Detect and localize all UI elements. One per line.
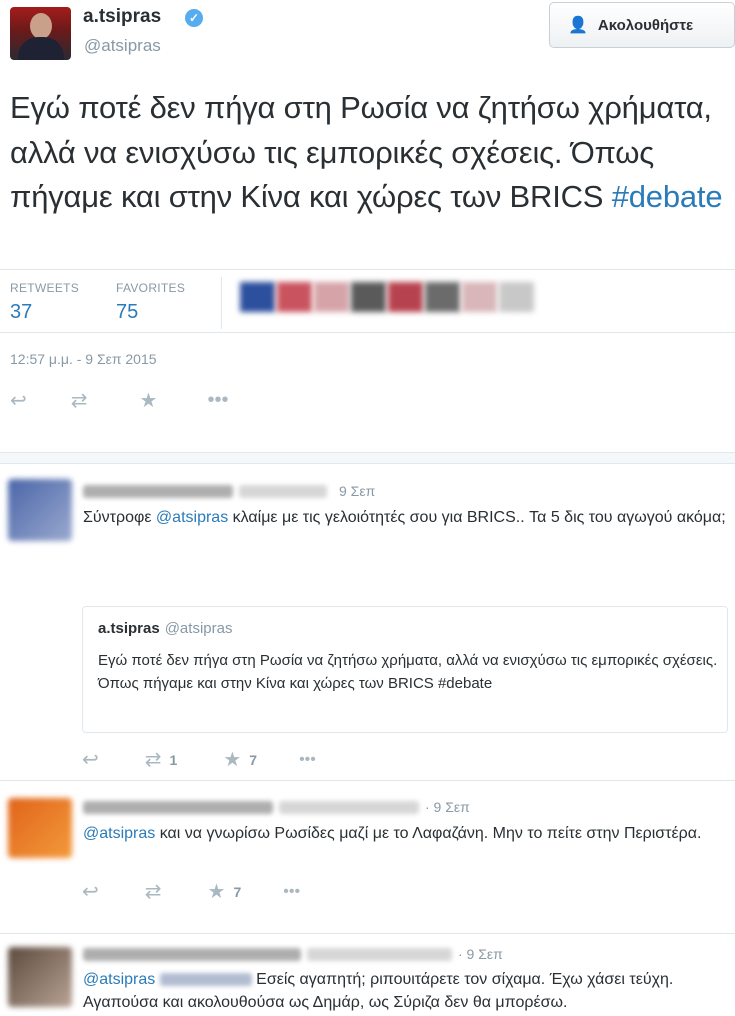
reply-text-part: κλαίμε με τις γελοιότητές σου για BRICS.…: [228, 509, 726, 526]
avatar-suit: [18, 37, 64, 60]
quoted-screen-name: @atsipras: [164, 620, 233, 637]
mention-link[interactable]: @atsipras: [83, 825, 155, 842]
hashtag-link[interactable]: #debate: [612, 179, 723, 214]
follow-user-icon: 👤: [568, 17, 588, 34]
more-icon[interactable]: •••: [299, 751, 316, 769]
star-icon[interactable]: ★: [140, 388, 158, 413]
blurred-display-name: [83, 800, 273, 814]
favoriter-avatars[interactable]: [240, 282, 534, 312]
reply-icon[interactable]: ↩: [10, 388, 27, 413]
quoted-tweet[interactable]: a.tsipras @atsipras Εγώ ποτέ δεν πήγα στη…: [82, 606, 728, 733]
reply-author[interactable]: · 9 Σεπ: [83, 799, 470, 815]
reply-tweet[interactable]: · 9 Σεπ @atsipras Εσείς αγαπητή; ριπουιτ…: [0, 935, 735, 1016]
favorites-stat[interactable]: FAVORITES 75: [116, 281, 185, 324]
avatar-face: [30, 13, 52, 39]
blurred-mention: [159, 973, 252, 987]
favoriter-avatar[interactable]: [240, 282, 275, 312]
reply-time[interactable]: · 9 Σεπ: [425, 799, 470, 815]
favoriter-avatar[interactable]: [425, 282, 460, 312]
reply-actions: ↩ ⇄ 1 ★ 7 •••: [82, 747, 316, 772]
star-icon[interactable]: ★ 7: [208, 879, 242, 904]
author-display-name[interactable]: a.tsipras: [83, 6, 161, 28]
star-icon[interactable]: ★ 7: [223, 747, 257, 772]
stats-bottom-divider: [0, 332, 735, 333]
reply-text-part: Σύντροφε: [83, 509, 156, 526]
conversation-separator: [0, 452, 735, 464]
tweet-text: Εγώ ποτέ δεν πήγα στη Ρωσία να ζητήσω χρ…: [10, 86, 725, 220]
favoriter-avatar[interactable]: [499, 282, 534, 312]
favoriter-avatar[interactable]: [388, 282, 423, 312]
blurred-screen-name: [239, 484, 327, 498]
reply-time[interactable]: 9 Σεπ: [339, 483, 375, 499]
reply-avatar[interactable]: [8, 947, 72, 1007]
mention-link[interactable]: @atsipras: [83, 971, 155, 988]
quoted-author[interactable]: a.tsipras @atsipras: [98, 620, 232, 637]
reply-text: @atsipras Εσείς αγαπητή; ριπουιτάρετε το…: [83, 968, 728, 1014]
favoriter-avatar[interactable]: [351, 282, 386, 312]
reply-icon[interactable]: ↩: [82, 879, 99, 904]
retweets-stat[interactable]: RETWEETS 37: [10, 281, 79, 324]
reply-actions: ↩ ⇄ ★ 7 •••: [82, 879, 300, 904]
reply-text-part: και να γνωρίσω Ρωσίδες μαζί με το Λαφαζά…: [155, 825, 702, 842]
reply-icon[interactable]: ↩: [82, 747, 99, 772]
reply-tweet[interactable]: · 9 Σεπ @atsipras και να γνωρίσω Ρωσίδες…: [0, 782, 735, 934]
reply-avatar[interactable]: [8, 479, 72, 541]
tweet-timestamp[interactable]: 12:57 μ.μ. - 9 Σεπ 2015: [10, 351, 157, 367]
blurred-display-name: [83, 484, 233, 498]
favorites-label: FAVORITES: [116, 281, 186, 295]
retweet-count: 1: [169, 751, 178, 768]
favorite-count: 7: [249, 751, 258, 768]
stats-divider: [221, 277, 222, 329]
author-avatar[interactable]: [10, 7, 71, 60]
reply-author[interactable]: 9 Σεπ: [83, 483, 375, 499]
blurred-screen-name: [307, 947, 452, 961]
reply-avatar[interactable]: [8, 798, 72, 858]
quoted-text: Εγώ ποτέ δεν πήγα στη Ρωσία να ζητήσω χρ…: [98, 652, 718, 692]
author-screen-name[interactable]: @atsipras: [84, 36, 161, 56]
blurred-display-name: [83, 947, 301, 961]
favorite-count: 7: [233, 883, 242, 900]
reply-author[interactable]: · 9 Σεπ: [83, 946, 503, 962]
reply-text: @atsipras και να γνωρίσω Ρωσίδες μαζί με…: [83, 822, 728, 845]
favoriter-avatar[interactable]: [314, 282, 349, 312]
reply-text: Σύντροφε @atsipras κλαίμε με τις γελοιότ…: [83, 506, 728, 529]
retweets-count: 37: [10, 301, 33, 323]
verified-badge-icon: ✓: [185, 9, 203, 27]
blurred-screen-name: [279, 800, 419, 814]
more-icon[interactable]: •••: [207, 389, 228, 412]
more-icon[interactable]: •••: [283, 883, 300, 901]
follow-button-label: Ακολουθήστε: [597, 16, 694, 34]
stats-top-divider: [0, 269, 735, 270]
favoriter-avatar[interactable]: [462, 282, 497, 312]
retweet-icon[interactable]: ⇄: [145, 879, 162, 904]
favoriter-avatar[interactable]: [277, 282, 312, 312]
reply-time[interactable]: · 9 Σεπ: [458, 946, 503, 962]
follow-button[interactable]: 👤 Ακολουθήστε: [549, 2, 735, 48]
retweet-icon[interactable]: ⇄: [71, 388, 88, 413]
mention-link[interactable]: @atsipras: [156, 509, 228, 526]
tweet-actions: ↩ ⇄ ★ •••: [10, 388, 228, 413]
tweet-body: Εγώ ποτέ δεν πήγα στη Ρωσία να ζητήσω χρ…: [10, 90, 712, 214]
favorites-count: 75: [116, 301, 139, 323]
retweet-icon[interactable]: ⇄ 1: [145, 747, 178, 772]
retweets-label: RETWEETS: [10, 281, 80, 295]
quoted-display-name: a.tsipras: [98, 620, 160, 637]
